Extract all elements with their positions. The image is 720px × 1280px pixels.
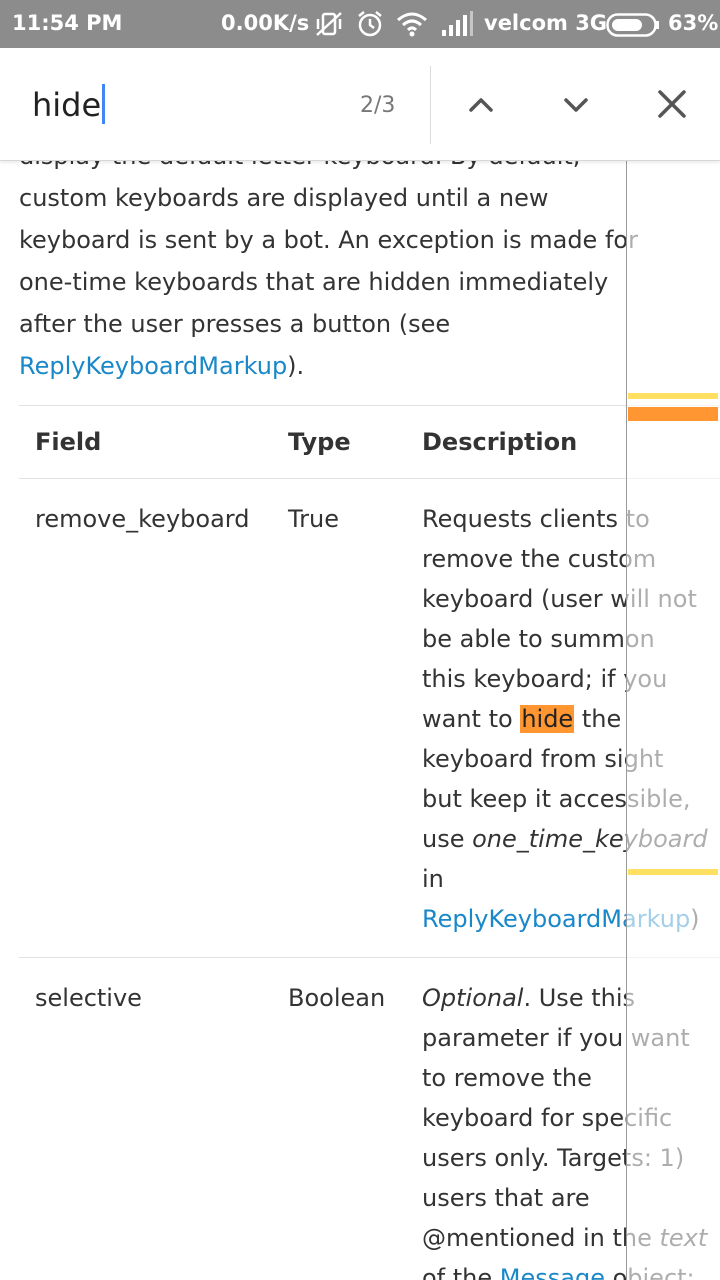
table-row: remove_keyboard True Requests clients to…: [19, 478, 720, 958]
status-net-speed: 0.00K/s: [221, 11, 310, 35]
reply-keyboard-markup-link[interactable]: ReplyKeyboardMarkup: [19, 352, 287, 380]
text-caret: [102, 84, 106, 124]
search-match-marker: [628, 869, 718, 875]
vibrate-off-icon: [314, 10, 344, 43]
chevron-down-icon: [564, 98, 588, 112]
battery-icon: [606, 13, 660, 42]
intro-line: after the user presses a button (see: [19, 310, 451, 338]
search-match-marker: [628, 393, 718, 399]
intro-paragraph: display the default letter keyboard. By …: [19, 135, 649, 387]
find-input[interactable]: hide: [32, 84, 106, 124]
desc-text: . Use this: [523, 984, 635, 1012]
find-query: hide: [32, 86, 102, 124]
header-type: Type: [272, 405, 406, 479]
find-in-page-bar: hide 2/3: [0, 48, 720, 161]
desc-italic: Optional: [422, 984, 524, 1012]
intro-line: custom keyboards are displayed until a n…: [19, 184, 549, 212]
desc-text: the: [574, 705, 622, 733]
desc-text: want to: [422, 705, 521, 733]
page-content: display the default letter keyboard. By …: [0, 48, 720, 1280]
message-link[interactable]: Message: [500, 1264, 605, 1280]
cell-type: True: [272, 478, 406, 958]
next-match-button[interactable]: [552, 80, 600, 128]
alarm-icon: [357, 10, 383, 43]
intro-tail: ).: [287, 352, 305, 380]
previous-match-button[interactable]: [457, 80, 505, 128]
close-find-button[interactable]: [648, 80, 696, 128]
header-field: Field: [19, 405, 272, 479]
wifi-icon: [396, 10, 428, 43]
intro-line: keyboard is sent by a bot. An exception …: [19, 226, 638, 254]
cell-field: remove_keyboard: [19, 478, 272, 958]
desc-text: use: [422, 825, 473, 853]
cell-field: selective: [19, 957, 272, 1280]
intro-line-link: ReplyKeyboardMarkup).: [19, 345, 649, 387]
desc-text: @mentioned in the: [422, 1224, 660, 1252]
table-header-row: Field Type Description: [19, 405, 720, 479]
find-scrollbar-track[interactable]: [626, 48, 627, 1280]
cell-type: Boolean: [272, 957, 406, 1280]
active-search-match: hide: [520, 705, 575, 733]
status-carrier: velcom 3G: [484, 11, 608, 35]
chevron-up-icon: [469, 98, 493, 112]
close-icon: [658, 90, 686, 118]
status-battery-percent: 63%: [668, 11, 719, 35]
table-row: selective Boolean Optional. Use this par…: [19, 957, 720, 1280]
status-time: 11:54 PM: [12, 11, 123, 35]
active-match-marker: [628, 407, 718, 421]
find-match-count: 2/3: [360, 93, 396, 118]
fields-table: Field Type Description remove_keyboard T…: [19, 405, 720, 1280]
find-divider: [430, 66, 431, 144]
status-bar: 11:54 PM 0.00K/s velcom 3G 63%: [0, 0, 720, 48]
signal-icon: [440, 10, 474, 43]
scroll-overlay: [627, 48, 720, 1280]
desc-text: of the: [422, 1264, 500, 1280]
intro-line: one-time keyboards that are hidden immed…: [19, 268, 609, 296]
